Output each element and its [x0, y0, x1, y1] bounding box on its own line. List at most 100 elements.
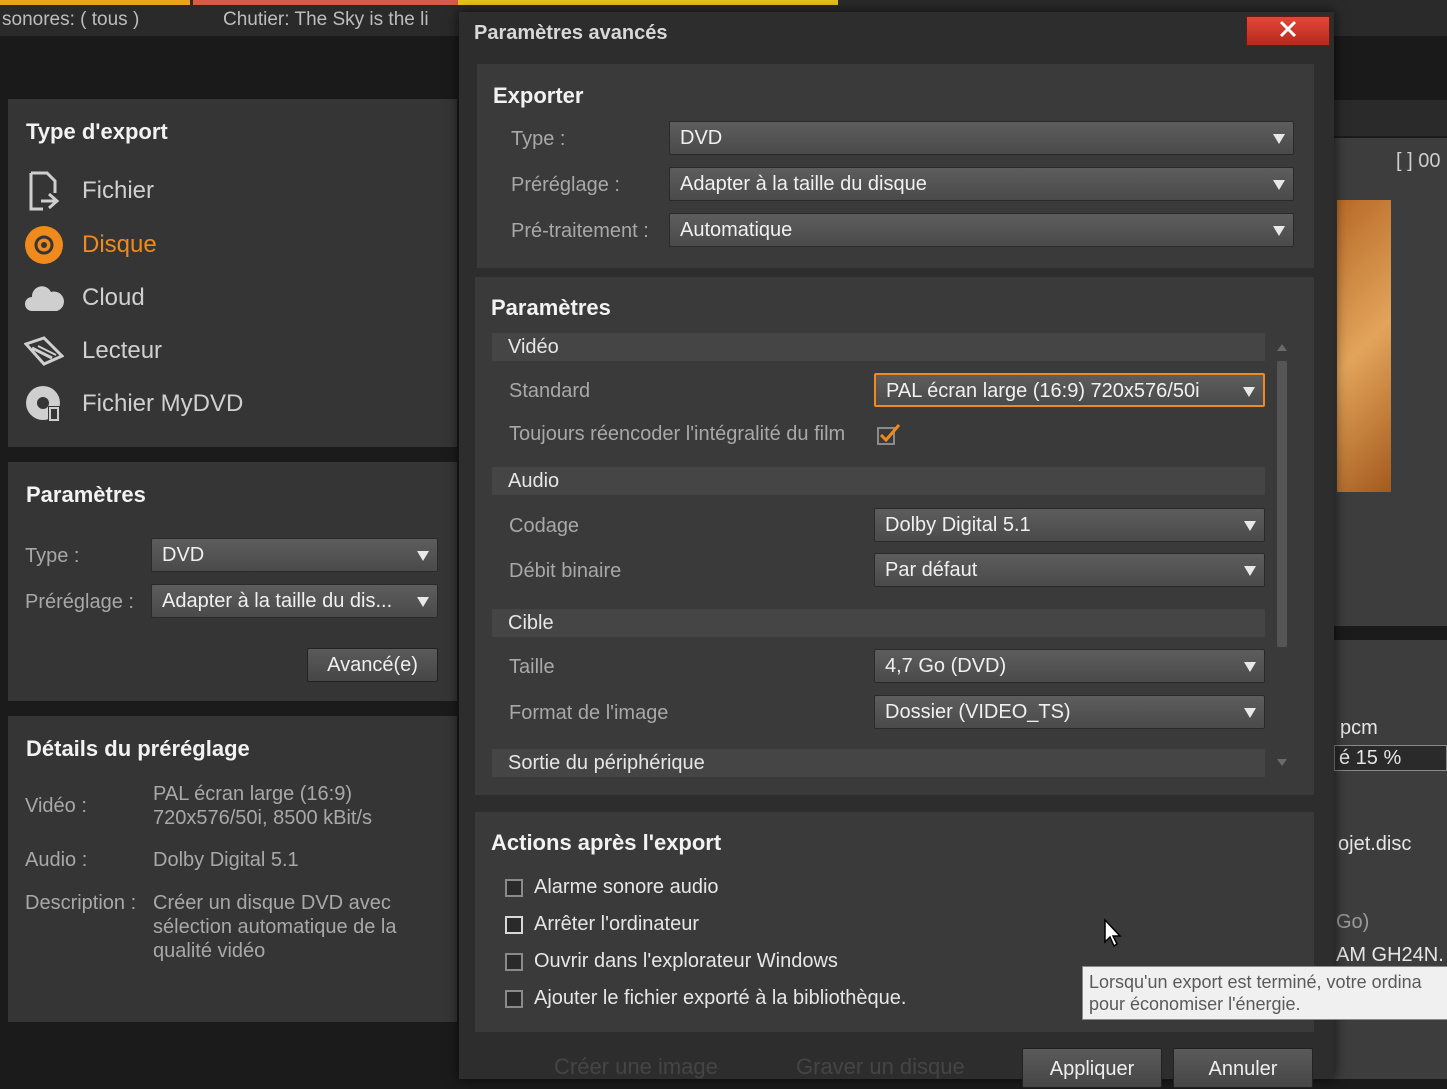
export-item-device-label: Lecteur [82, 337, 163, 364]
export-item-mydvd-label: Fichier MyDVD [82, 390, 244, 417]
export-item-cloud[interactable]: Cloud [24, 278, 145, 318]
reencode-checkbox[interactable] [877, 423, 901, 445]
reencode-label: Toujours réencoder l'intégralité du film [509, 423, 846, 445]
chevron-down-icon [1273, 134, 1285, 144]
tooltip-line1: Lorsqu'un export est terminé, votre ordi… [1089, 972, 1422, 992]
right-header [1334, 100, 1447, 136]
scroll-up-icon[interactable] [1276, 339, 1288, 357]
details-audio-label: Audio : [25, 849, 88, 871]
exporter-type-select[interactable]: DVD [669, 121, 1294, 155]
format-value: Dossier (VIDEO_TS) [885, 701, 1071, 723]
chevron-down-icon [1244, 566, 1256, 576]
params-preset-select[interactable]: Adapter à la taille du dis... [151, 584, 438, 618]
export-item-disc[interactable]: Disque [24, 225, 157, 265]
size-select[interactable]: 4,7 Go (DVD) [874, 649, 1265, 683]
device-output-subheader: Sortie du périphérique [492, 749, 1265, 777]
close-button[interactable] [1246, 16, 1330, 46]
export-item-file-label: Fichier [82, 177, 155, 204]
scroll-down-icon[interactable] [1276, 755, 1288, 773]
details-video-line1: PAL écran large (16:9) [153, 783, 352, 805]
tab-sounds[interactable]: sonores: ( tous ) [0, 0, 190, 36]
shutdown-checkbox[interactable] [505, 916, 523, 934]
details-desc-line2: sélection automatique de la [153, 916, 397, 938]
open-explorer-label: Ouvrir dans l'explorateur Windows [534, 950, 838, 972]
dialog-title: Paramètres avancés [474, 22, 668, 44]
codec-select[interactable]: Dolby Digital 5.1 [874, 508, 1265, 542]
details-audio-value: Dolby Digital 5.1 [153, 849, 299, 871]
target-subheader: Cible [492, 609, 1265, 637]
chevron-down-icon [1243, 387, 1255, 397]
cloud-icon [24, 278, 64, 318]
details-desc-line3: qualité vidéo [153, 940, 266, 962]
chevron-down-icon [1273, 180, 1285, 190]
chevron-down-icon [417, 551, 429, 561]
details-video-label: Vidéo : [25, 795, 87, 817]
bitrate-label: Débit binaire [509, 560, 622, 582]
device-icon [24, 331, 64, 371]
preview-thumbnail [1337, 200, 1391, 492]
chevron-down-icon [1244, 521, 1256, 531]
audio-pcm-text: pcm [1340, 717, 1378, 739]
export-item-cloud-label: Cloud [82, 284, 145, 311]
audio-subheader: Audio [492, 467, 1265, 495]
tab-accent-bar [458, 0, 838, 5]
preset-details-panel: Détails du préréglage Vidéo : PAL écran … [8, 716, 457, 1022]
advanced-button[interactable]: Avancé(e) [307, 648, 438, 682]
export-item-file[interactable]: Fichier [24, 171, 154, 211]
parametres-title: Paramètres [491, 295, 611, 320]
video-subheader: Vidéo [492, 333, 1265, 361]
export-item-mydvd[interactable]: Fichier MyDVD [24, 384, 243, 424]
exporter-type-label: Type : [511, 128, 566, 150]
export-item-device[interactable]: Lecteur [24, 331, 162, 371]
params-type-select[interactable]: DVD [151, 538, 438, 572]
actions-title: Actions après l'export [491, 830, 722, 855]
add-library-checkbox[interactable] [505, 990, 523, 1008]
details-title: Détails du préréglage [26, 736, 250, 761]
params-type-label: Type : [25, 545, 80, 567]
alarm-checkbox[interactable] [505, 879, 523, 897]
export-type-panel: Type d'export Fichier Disque Cloud Lecte… [8, 99, 457, 447]
timecode: [ ] 00 [1396, 150, 1441, 172]
disc-icon [24, 225, 64, 265]
params-type-value: DVD [162, 544, 205, 566]
apply-button[interactable]: Appliquer [1022, 1048, 1162, 1088]
format-select[interactable]: Dossier (VIDEO_TS) [874, 695, 1265, 729]
chevron-down-icon [1273, 226, 1285, 236]
standard-label: Standard [509, 380, 591, 402]
alarm-label: Alarme sonore audio [534, 876, 719, 898]
bitrate-select[interactable]: Par défaut [874, 553, 1265, 587]
exporter-preset-label: Préréglage : [511, 174, 620, 196]
chevron-down-icon [1244, 662, 1256, 672]
scroll-thumb[interactable] [1277, 361, 1287, 647]
exporter-pretreat-select[interactable]: Automatique [669, 213, 1294, 247]
file-export-icon [24, 171, 64, 211]
open-explorer-checkbox[interactable] [505, 953, 523, 971]
exporter-preset-value: Adapter à la taille du disque [680, 173, 927, 195]
add-library-label: Ajouter le fichier exporté à la biblioth… [534, 987, 907, 1009]
exporter-title: Exporter [493, 83, 584, 108]
drive-name-text: AM GH24N. [1336, 944, 1444, 966]
chevron-down-icon [417, 597, 429, 607]
exporter-section: Exporter Type : DVD Préréglage : Adapter… [477, 64, 1314, 268]
checkmark-icon [877, 424, 901, 449]
chevron-down-icon [1244, 708, 1256, 718]
parametres-section: Paramètres Vidéo Standard PAL écran larg… [475, 277, 1314, 795]
size-label: Taille [509, 656, 555, 678]
codec-value: Dolby Digital 5.1 [885, 514, 1031, 536]
tab-bin[interactable]: Chutier: The Sky is the li [193, 0, 458, 36]
codec-label: Codage [509, 515, 580, 537]
advanced-settings-dialog: Paramètres avancés Exporter Type : DVD P… [459, 12, 1334, 1088]
params-title: Paramètres [26, 482, 146, 507]
export-item-disc-label: Disque [82, 231, 157, 258]
standard-select[interactable]: PAL écran large (16:9) 720x576/50i [874, 373, 1265, 407]
params-scrollbar[interactable] [1275, 337, 1289, 767]
details-desc-label: Description : [25, 892, 137, 914]
cancel-button[interactable]: Annuler [1173, 1048, 1313, 1088]
usage-field: é 15 % [1334, 745, 1447, 771]
exporter-pretreat-value: Automatique [680, 219, 793, 241]
ghost-create-image: Créer une image [554, 1054, 718, 1079]
exporter-type-value: DVD [680, 127, 723, 149]
details-desc-line1: Créer un disque DVD avec [153, 892, 391, 914]
exporter-preset-select[interactable]: Adapter à la taille du disque [669, 167, 1294, 201]
tooltip-line2: pour économiser l'énergie. [1089, 994, 1301, 1014]
